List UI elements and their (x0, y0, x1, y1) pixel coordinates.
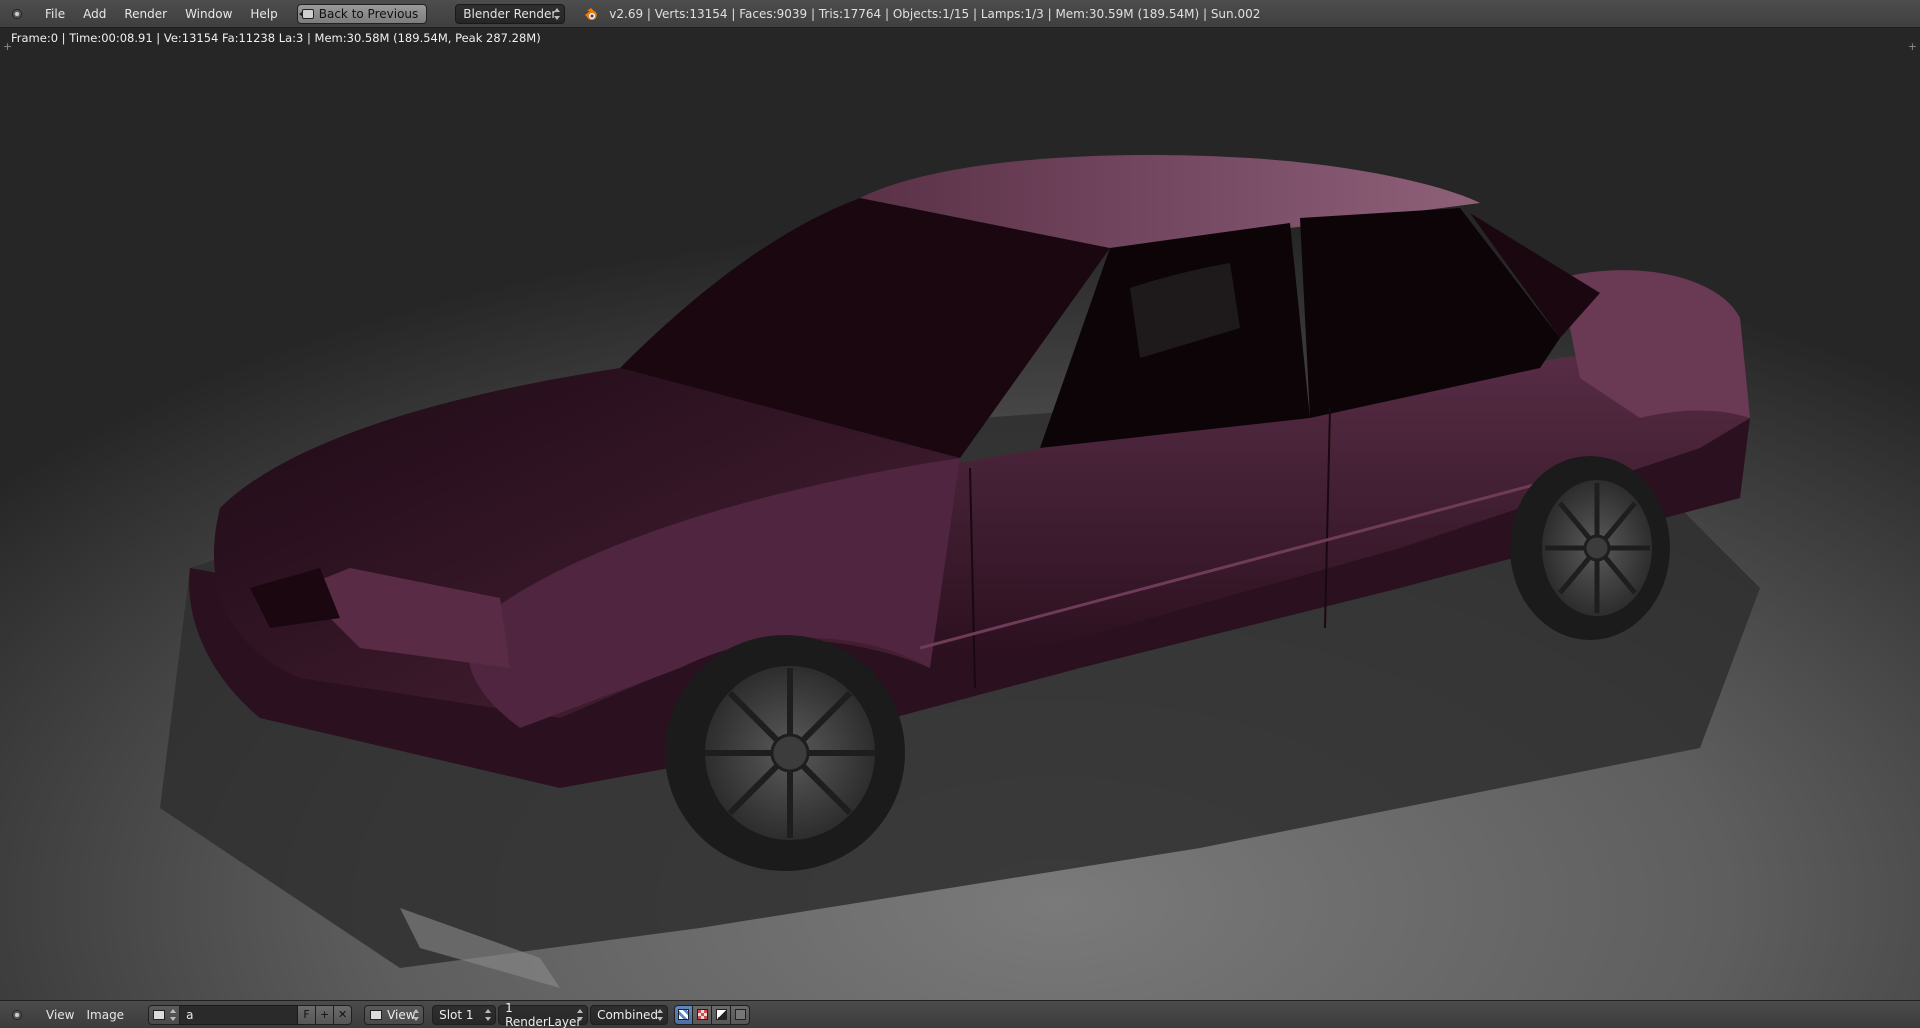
menu-file[interactable]: File (36, 0, 74, 28)
updown-arrows-icon (485, 1008, 492, 1021)
menu-view[interactable]: View (40, 1008, 80, 1022)
draw-channels-group (674, 1004, 751, 1025)
image-name-field[interactable]: a (180, 1004, 299, 1025)
updown-arrows-icon (413, 1008, 420, 1021)
updown-arrows-icon (657, 1008, 664, 1021)
draw-color-button[interactable] (693, 1004, 713, 1025)
area-toggle-icon[interactable] (12, 8, 22, 19)
image-editor-header: View Image a F + ✕ View Slot 1 1 RenderL… (0, 1000, 1920, 1028)
menu-add[interactable]: Add (74, 0, 115, 28)
draw-zbuffer-button[interactable] (731, 1004, 751, 1025)
new-image-button[interactable]: + (316, 1004, 335, 1025)
updown-arrows-icon (170, 1008, 177, 1021)
color-alpha-icon (678, 1009, 690, 1020)
menu-help[interactable]: Help (241, 0, 286, 28)
updown-arrows-icon (577, 1008, 584, 1021)
info-header: File Add Render Window Help Back to Prev… (0, 0, 1920, 28)
render-pass-select[interactable]: Combined (590, 1004, 669, 1025)
menu-window[interactable]: Window (176, 0, 241, 28)
scene-stats: v2.69 | Verts:13154 | Faces:9039 | Tris:… (609, 6, 1261, 21)
render-pass-label: Combined (597, 1007, 659, 1022)
blender-logo-icon (583, 6, 599, 22)
fake-user-button[interactable]: F (298, 1004, 317, 1025)
checker-icon (696, 1009, 708, 1020)
zbuffer-icon (734, 1009, 746, 1020)
render-slot-label: Slot 1 (439, 1007, 474, 1022)
view-mode-label: View (387, 1007, 416, 1022)
menu-render[interactable]: Render (115, 0, 176, 28)
rendered-car-image (0, 28, 1920, 1000)
render-viewport[interactable]: Frame:0 | Time:00:08.91 | Ve:13154 Fa:11… (0, 28, 1920, 1000)
back-arrow-icon (298, 8, 314, 19)
browse-image-button[interactable] (148, 1004, 181, 1025)
image-icon (153, 1009, 166, 1020)
back-to-previous-label: Back to Previous (318, 6, 419, 21)
blender-window: File Add Render Window Help Back to Prev… (0, 0, 1920, 1028)
updown-arrows-icon (554, 7, 561, 20)
back-to-previous-button[interactable]: Back to Previous (296, 3, 428, 24)
render-engine-value: Blender Render (463, 6, 557, 21)
render-engine-select[interactable]: Blender Render (455, 3, 566, 24)
editor-type-icon[interactable] (12, 1009, 22, 1020)
draw-color-alpha-button[interactable] (674, 1004, 694, 1025)
alpha-icon (715, 1009, 727, 1020)
corner-plus-icon[interactable]: + (1908, 41, 1917, 52)
render-layer-label: 1 RenderLayer (505, 1000, 582, 1028)
image-icon (370, 1009, 383, 1020)
unlink-image-button[interactable]: ✕ (334, 1004, 353, 1025)
draw-alpha-button[interactable] (712, 1004, 732, 1025)
menu-image[interactable]: Image (80, 1008, 130, 1022)
render-info-text: Frame:0 | Time:00:08.91 | Ve:13154 Fa:11… (11, 31, 541, 45)
corner-plus-icon[interactable]: + (3, 41, 12, 52)
render-layer-select[interactable]: 1 RenderLayer (498, 1001, 589, 1028)
render-slot-select[interactable]: Slot 1 (432, 1004, 497, 1025)
view-mode-select[interactable]: View (364, 1004, 425, 1025)
